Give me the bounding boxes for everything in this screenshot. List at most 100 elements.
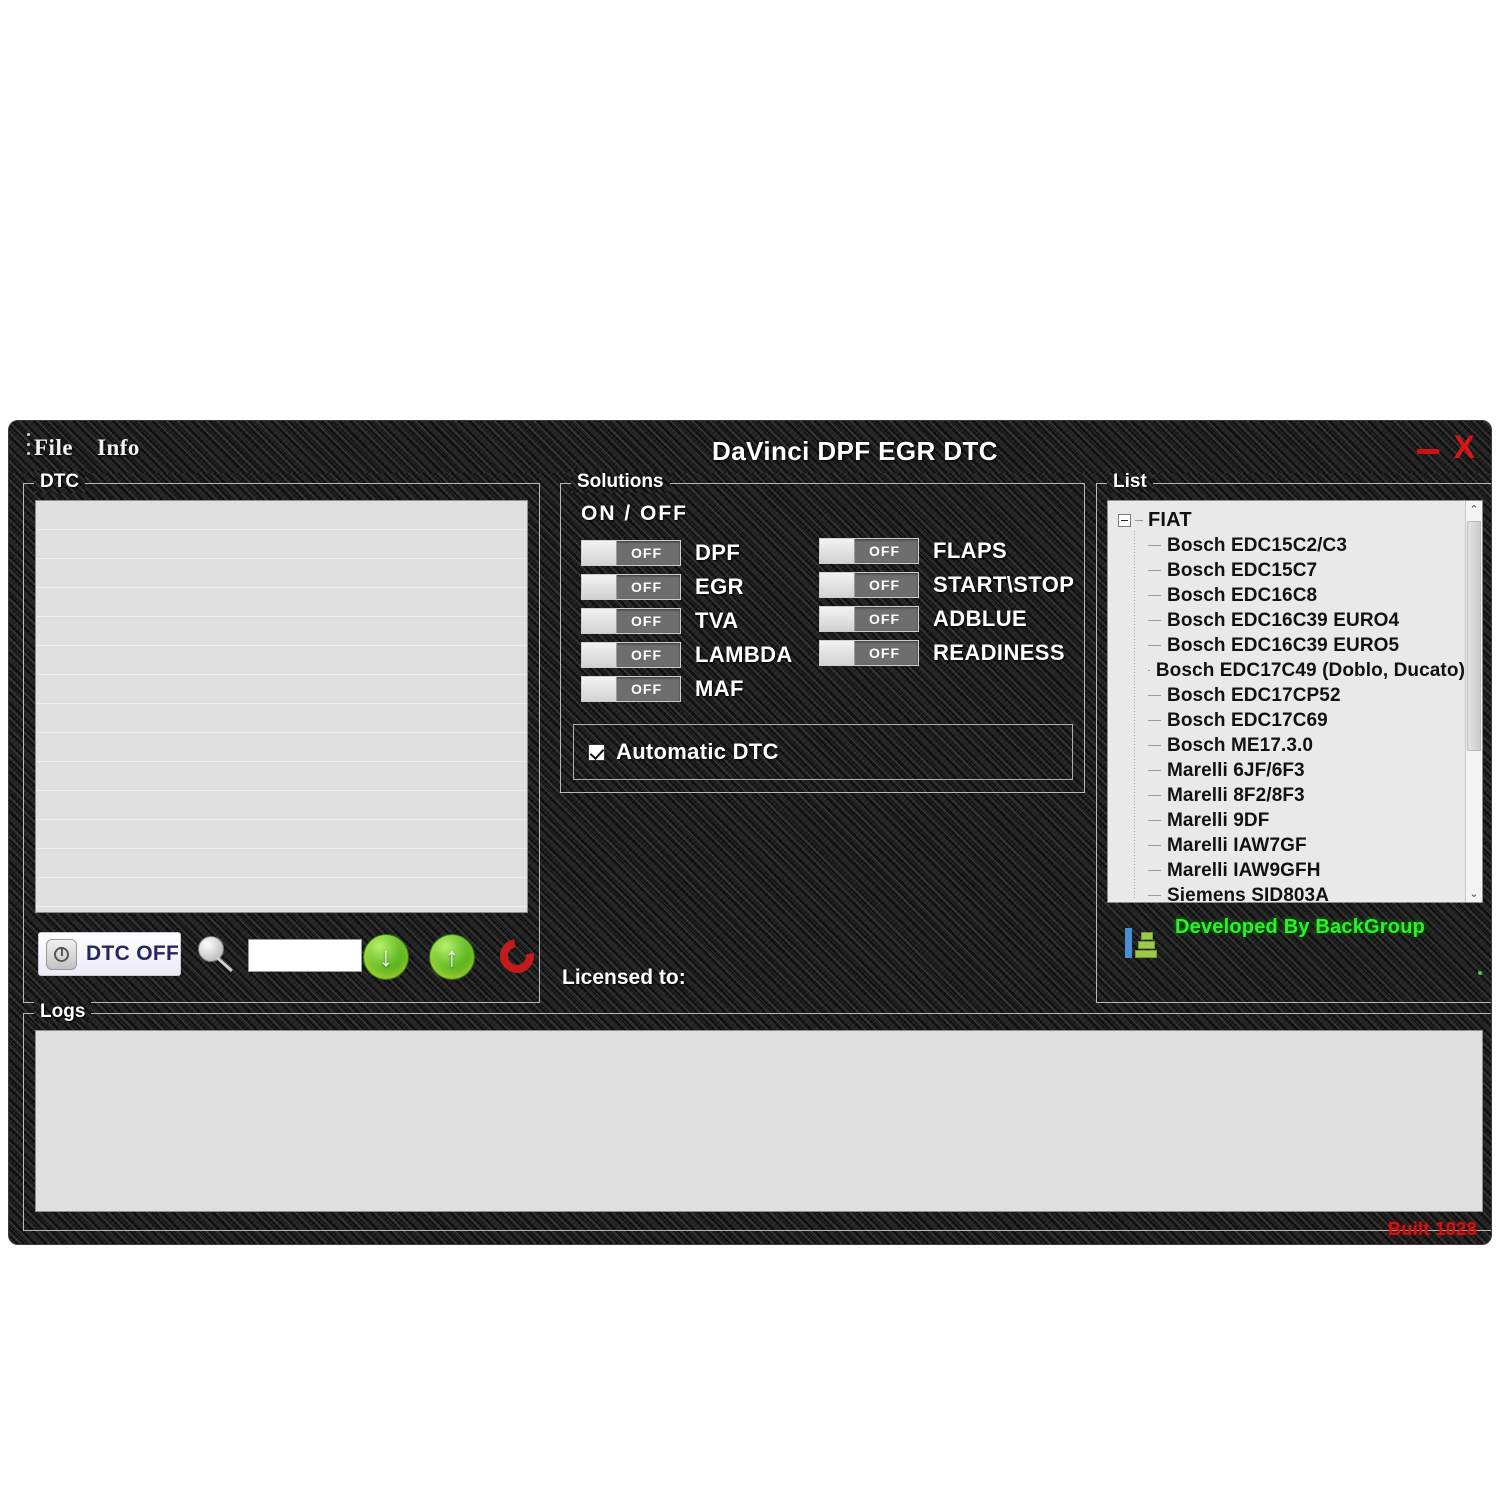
search-input[interactable] xyxy=(248,939,362,972)
toggle-readiness[interactable]: OFF xyxy=(819,640,919,666)
dtc-row[interactable] xyxy=(36,675,527,704)
list-item[interactable]: Marelli IAW7GF xyxy=(1108,833,1465,858)
dtc-row[interactable] xyxy=(36,762,527,791)
list-item[interactable]: Bosch EDC15C7 xyxy=(1108,558,1465,583)
solution-row-dpf: OFF DPF xyxy=(581,538,740,568)
dtc-row[interactable] xyxy=(36,501,527,530)
dtc-list[interactable] xyxy=(35,500,528,913)
toggle-adblue[interactable]: OFF xyxy=(819,606,919,632)
tree-scrollbar[interactable]: ⌃ ⌄ xyxy=(1465,501,1482,902)
list-item[interactable]: Bosch ME17.3.0 xyxy=(1108,733,1465,758)
dtc-off-button[interactable]: DTC OFF xyxy=(38,932,181,976)
minimize-button[interactable] xyxy=(1417,449,1439,454)
solution-row-flaps: OFF FLAPS xyxy=(819,536,1007,566)
solutions-panel: Solutions ON / OFF OFF DPF OFF EGR OFF T… xyxy=(560,471,1085,793)
dtc-row[interactable] xyxy=(36,733,527,762)
toggle-state-label: OFF xyxy=(631,681,662,697)
dtc-row[interactable] xyxy=(36,530,527,559)
tree-root-fiat[interactable]: FIAT xyxy=(1108,507,1465,533)
menu-item-file[interactable]: File xyxy=(34,435,73,461)
list-item[interactable]: Marelli IAW9GFH xyxy=(1108,858,1465,883)
search-icon[interactable] xyxy=(195,934,237,976)
list-item[interactable]: Bosch EDC17C49 (Doblo, Ducato) xyxy=(1108,658,1465,683)
list-item[interactable]: Bosch EDC16C8 xyxy=(1108,583,1465,608)
toggle-state-label: OFF xyxy=(631,613,662,629)
logs-panel: Logs xyxy=(23,1001,1491,1231)
list-item[interactable]: Marelli 8F2/8F3 xyxy=(1108,783,1465,808)
dtc-row[interactable] xyxy=(36,588,527,617)
solution-row-maf: OFF MAF xyxy=(581,674,744,704)
scroll-down-button[interactable]: ⌄ xyxy=(1466,885,1482,902)
status-dot xyxy=(1478,971,1482,975)
list-item-label: Bosch EDC16C39 EURO4 xyxy=(1167,609,1400,631)
toggle-knob xyxy=(820,539,855,563)
dtc-row[interactable] xyxy=(36,849,527,878)
collapse-icon[interactable] xyxy=(1118,513,1131,527)
solution-label-lambda: LAMBDA xyxy=(695,642,793,667)
list-panel-title: List xyxy=(1107,471,1153,493)
list-item[interactable]: Bosch EDC16C39 EURO4 xyxy=(1108,608,1465,633)
scrollbar-thumb[interactable] xyxy=(1467,521,1481,751)
solution-label-maf: MAF xyxy=(695,676,744,701)
toggle-egr[interactable]: OFF xyxy=(581,574,681,600)
solution-label-egr: EGR xyxy=(695,574,744,599)
window-title: DaVinci DPF EGR DTC xyxy=(712,436,998,466)
toggle-startstop[interactable]: OFF xyxy=(819,572,919,598)
menu-item-info[interactable]: Info xyxy=(97,435,140,461)
toggle-maf[interactable]: OFF xyxy=(581,676,681,702)
toggle-state-label: OFF xyxy=(869,577,900,593)
download-button[interactable]: ↓ xyxy=(363,934,409,980)
toggle-lambda[interactable]: OFF xyxy=(581,642,681,668)
list-item[interactable]: Marelli 9DF xyxy=(1108,808,1465,833)
dtc-panel: DTC DTC OFF ↓ ↑ xyxy=(23,471,541,1003)
tree-connector-line xyxy=(1134,531,1135,898)
ecu-tree[interactable]: FIAT Bosch EDC15C2/C3 Bosch EDC15C7 Bosc… xyxy=(1107,500,1483,903)
close-icon[interactable]: X xyxy=(1454,431,1475,463)
list-item-label: Marelli 6JF/6F3 xyxy=(1167,759,1305,781)
solutions-panel-title: Solutions xyxy=(571,471,670,493)
list-item[interactable]: Bosch EDC16C39 EURO5 xyxy=(1108,633,1465,658)
dtc-row[interactable] xyxy=(36,559,527,588)
list-item[interactable]: Marelli 6JF/6F3 xyxy=(1108,758,1465,783)
developer-credit: Developed By BackGroup xyxy=(1175,916,1426,938)
toggle-tva[interactable]: OFF xyxy=(581,608,681,634)
solution-row-tva: OFF TVA xyxy=(581,606,739,636)
dtc-row[interactable] xyxy=(36,791,527,820)
scroll-up-button[interactable]: ⌃ xyxy=(1466,501,1482,518)
list-item-label: Bosch EDC16C8 xyxy=(1167,584,1318,606)
dtc-toolbar: DTC OFF ↓ ↑ xyxy=(35,924,541,986)
dtc-row[interactable] xyxy=(36,704,527,733)
list-item[interactable]: Siemens SID803A xyxy=(1108,883,1465,902)
toggle-knob xyxy=(582,541,617,565)
toggle-knob xyxy=(820,641,855,665)
dtc-row[interactable] xyxy=(36,878,527,907)
on-off-header: ON / OFF xyxy=(581,502,688,525)
list-item-label: Bosch EDC15C7 xyxy=(1167,559,1318,581)
list-item-label: Marelli IAW7GF xyxy=(1167,834,1307,856)
dtc-row[interactable] xyxy=(36,820,527,849)
list-item[interactable]: Bosch EDC17C69 xyxy=(1108,708,1465,733)
solution-label-readiness: READINESS xyxy=(933,640,1065,665)
solution-row-startstop: OFF START\STOP xyxy=(819,570,1074,600)
list-item-label: Marelli 9DF xyxy=(1167,809,1270,831)
dtc-row[interactable] xyxy=(36,646,527,675)
list-item-label: Bosch EDC17C69 xyxy=(1167,709,1328,731)
list-item-label: Bosch EDC17C49 (Doblo, Ducato) xyxy=(1155,659,1465,681)
reset-button[interactable] xyxy=(493,932,541,980)
tree-root-label: FIAT xyxy=(1148,508,1192,531)
automatic-dtc-checkbox[interactable] xyxy=(588,743,605,761)
solution-label-tva: TVA xyxy=(695,608,739,633)
licensed-to-label: Licensed to: xyxy=(562,966,686,989)
list-item-label: Marelli 8F2/8F3 xyxy=(1167,784,1305,806)
statistics-icon[interactable] xyxy=(1125,926,1159,958)
upload-button[interactable]: ↑ xyxy=(429,934,475,980)
list-item-label: Marelli IAW9GFH xyxy=(1167,859,1321,881)
title-bar: File Info DaVinci DPF EGR DTC X xyxy=(9,421,1491,473)
list-item[interactable]: Bosch EDC15C2/C3 xyxy=(1108,533,1465,558)
logs-textarea[interactable] xyxy=(35,1030,1483,1212)
dtc-panel-title: DTC xyxy=(34,471,85,493)
dtc-row[interactable] xyxy=(36,617,527,646)
toggle-flaps[interactable]: OFF xyxy=(819,538,919,564)
toggle-dpf[interactable]: OFF xyxy=(581,540,681,566)
list-item[interactable]: Bosch EDC17CP52 xyxy=(1108,683,1465,708)
